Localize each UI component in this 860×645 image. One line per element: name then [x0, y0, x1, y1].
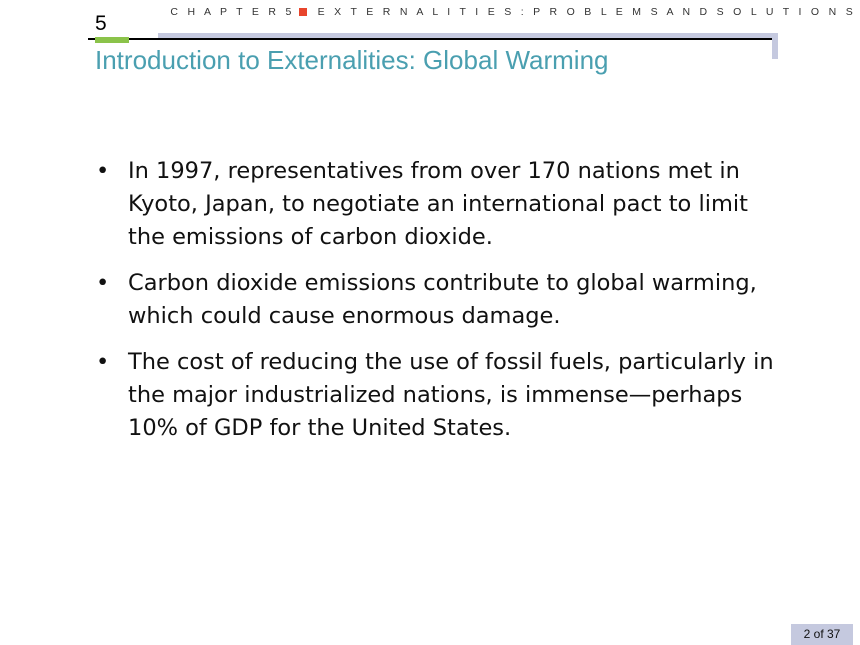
chapter-label: C H A P T E R 5 [170, 6, 295, 18]
header-square-icon [298, 8, 307, 16]
header-accent-bar-drop [772, 33, 778, 59]
bullet-dot-icon: • [96, 270, 110, 296]
bullet-item: • In 1997, representatives from over 170… [96, 155, 776, 254]
page-indicator: 2 of 37 [791, 624, 853, 645]
bullet-list: • In 1997, representatives from over 170… [96, 155, 776, 458]
bullet-item: • The cost of reducing the use of fossil… [96, 346, 776, 445]
section-label: E X T E R N A L I T I E S : P R O B L E … [317, 6, 856, 18]
bullet-text: The cost of reducing the use of fossil f… [128, 349, 774, 441]
bullet-dot-icon: • [96, 349, 110, 375]
bullet-dot-icon: • [96, 158, 110, 184]
chapter-green-tab [95, 37, 129, 43]
chapter-header: C H A P T E R 5 E X T E R N A L I T I E … [170, 6, 856, 18]
bullet-text: In 1997, representatives from over 170 n… [128, 158, 748, 250]
bullet-item: • Carbon dioxide emissions contribute to… [96, 267, 776, 333]
header-rule [88, 38, 772, 40]
slide-title: Introduction to Externalities: Global Wa… [95, 45, 609, 75]
bullet-text: Carbon dioxide emissions contribute to g… [128, 270, 757, 329]
chapter-number: 5 [95, 12, 107, 35]
